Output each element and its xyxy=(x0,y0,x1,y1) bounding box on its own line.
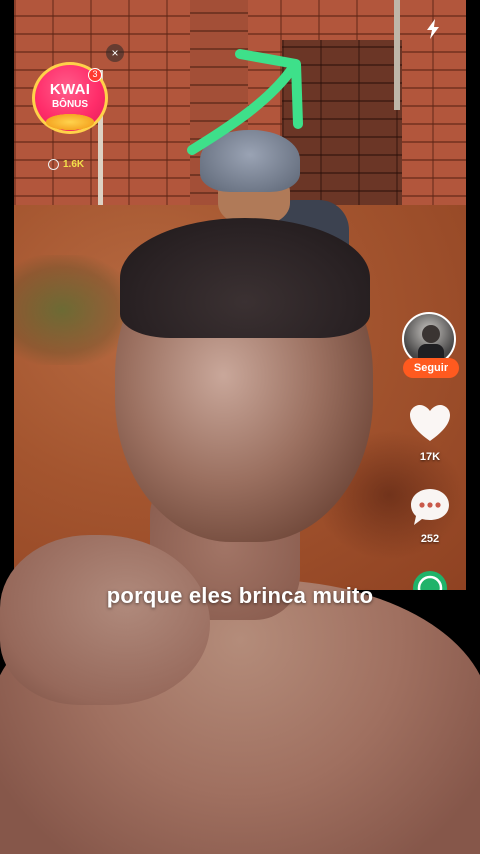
person-hair xyxy=(120,218,370,338)
heart-icon[interactable] xyxy=(408,403,452,443)
comment-count: 252 xyxy=(420,533,440,545)
video-stage[interactable]: × KWAI BÔNUS 3 1.6K Seguir 17K 252 porqu… xyxy=(0,0,480,854)
video-caption: porque eles brinca muito xyxy=(106,583,374,608)
bonus-coins-decoration xyxy=(46,114,94,130)
bonus-title: KWAI xyxy=(49,81,91,98)
follow-button[interactable]: Seguir xyxy=(403,358,459,378)
flash-icon[interactable] xyxy=(424,18,442,40)
bonus-close-button[interactable]: × xyxy=(106,44,124,62)
like-count: 17K xyxy=(419,451,441,463)
bonus-amount: 1.6K xyxy=(44,156,88,172)
bonus-notification-badge: 3 xyxy=(88,68,102,82)
coin-icon xyxy=(48,158,59,170)
metal-pole xyxy=(394,0,400,110)
bonus-amount-value: 1.6K xyxy=(63,158,85,170)
close-icon: × xyxy=(111,46,119,60)
arrow-icon xyxy=(187,49,303,155)
bonus-subtitle: BÔNUS xyxy=(51,99,89,110)
comment-icon[interactable] xyxy=(408,486,452,528)
